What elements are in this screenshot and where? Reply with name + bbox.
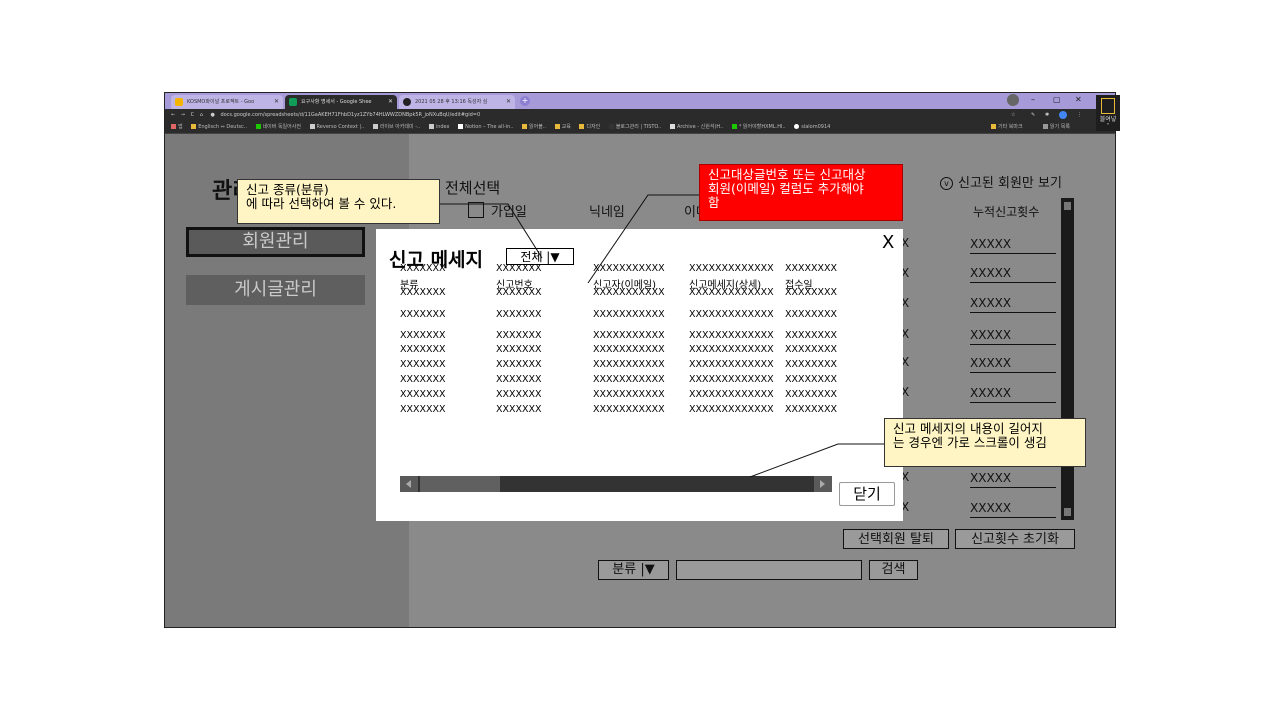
scroll-note-leader — [749, 443, 884, 478]
callout-leaders — [440, 194, 884, 478]
column-note-leader — [587, 194, 699, 284]
filter-note-leader — [440, 203, 543, 259]
